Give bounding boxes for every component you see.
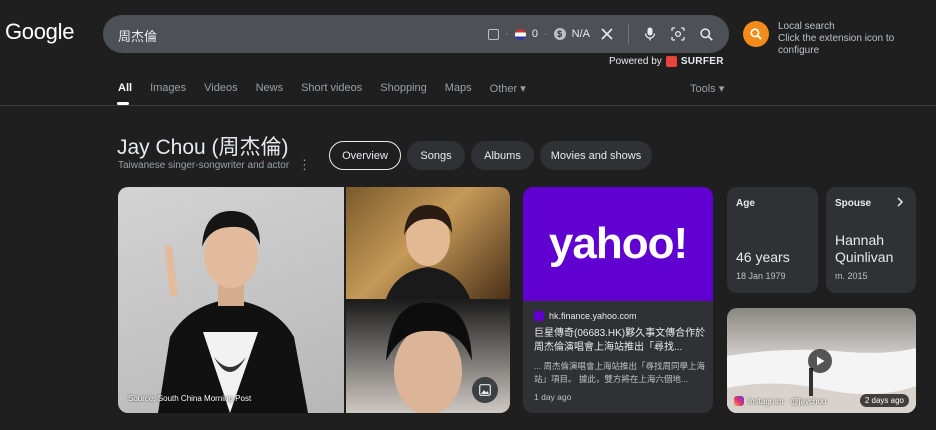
video-source-text: Instagram · @jaychou — [748, 396, 827, 406]
search-icon — [750, 28, 762, 40]
more-options-icon[interactable]: ⋮ — [298, 157, 311, 173]
video-card[interactable]: Instagram · @jaychou 2 days ago — [727, 308, 916, 413]
fact-label-spouse: Spouse — [835, 198, 872, 209]
tab-all[interactable]: All — [118, 82, 132, 95]
fact-sub-birthdate: 18 Jan 1979 — [736, 271, 786, 281]
play-icon — [816, 356, 824, 366]
search-controls: · 0 · $ N/A — [488, 15, 717, 53]
microphone-icon[interactable] — [639, 23, 661, 45]
photo-top-right[interactable] — [346, 187, 510, 299]
divider — [628, 24, 629, 44]
tab-images[interactable]: Images — [150, 82, 186, 95]
fact-card-age[interactable]: Age 46 years 18 Jan 1979 — [727, 187, 818, 293]
pill-overview[interactable]: Overview — [329, 141, 401, 170]
yahoo-favicon-icon — [534, 311, 544, 321]
video-source: Instagram · @jaychou — [734, 396, 826, 406]
dollar-icon: $ — [553, 28, 566, 40]
search-icon[interactable] — [695, 23, 717, 45]
separator-dot: · — [505, 28, 509, 40]
fact-label-age: Age — [736, 198, 755, 209]
news-timestamp: 1 day ago — [534, 392, 572, 402]
play-button[interactable] — [808, 349, 832, 373]
surfer-brand[interactable]: SURFER — [681, 56, 724, 67]
person-portrait — [158, 211, 308, 413]
tab-shopping[interactable]: Shopping — [380, 82, 427, 95]
video-timestamp: 2 days ago — [859, 394, 909, 407]
tab-news[interactable]: News — [256, 82, 284, 95]
entity-subtitle: Taiwanese singer-songwriter and actor — [118, 160, 290, 171]
pill-albums[interactable]: Albums — [471, 141, 534, 170]
fact-value-spouse-line2: Quinlivan — [835, 249, 894, 265]
pill-movies-and-shows[interactable]: Movies and shows — [540, 141, 652, 170]
fact-value-age: 46 years — [736, 249, 790, 265]
pill-songs[interactable]: Songs — [407, 141, 465, 170]
separator-dot: · — [543, 28, 548, 40]
extension-info: Local search Click the extension icon to… — [778, 21, 936, 57]
header-divider — [0, 105, 936, 106]
news-source: hk.finance.yahoo.com — [534, 311, 637, 321]
search-bar[interactable]: 周杰倫 · 0 · $ N/A — [103, 15, 729, 53]
tab-short-videos[interactable]: Short videos — [301, 82, 362, 95]
news-source-domain: hk.finance.yahoo.com — [549, 311, 637, 321]
instagram-icon — [734, 396, 744, 406]
news-headline[interactable]: 巨星傳奇(06683.HK)夥久事文傳合作於周杰倫演唱會上海站推出「尋找... — [534, 327, 706, 355]
clear-icon[interactable] — [596, 23, 618, 45]
price-value: N/A — [571, 28, 590, 40]
main-photo[interactable]: Source: South China Morning Post — [118, 187, 344, 413]
entity-title: Jay Chou (周杰倫) — [117, 136, 289, 159]
powered-by: Powered by SURFER — [609, 56, 724, 67]
news-snippet: ... 周杰倫演唱會上海站推出「尋找周同學上海站」項目。 據此，雙方將在上海六個… — [534, 361, 705, 384]
tools-button[interactable]: Tools ▾ — [690, 82, 724, 95]
news-card[interactable]: yahoo! hk.finance.yahoo.com 巨星傳奇(06683.H… — [523, 187, 713, 413]
fact-sub-married: m. 2015 — [835, 271, 868, 281]
image-icon — [479, 384, 491, 396]
yahoo-logo: yahoo! — [548, 219, 688, 268]
extension-subtitle: Click the extension icon to configure — [778, 33, 895, 56]
surfer-logo-icon — [665, 56, 677, 67]
photo-source-caption: Source: South China Morning Post — [128, 394, 252, 403]
fact-card-spouse[interactable]: Spouse Hannah Quinlivan m. 2015 — [826, 187, 916, 293]
checkbox-icon[interactable] — [488, 28, 500, 40]
fact-value-spouse-line1: Hannah — [835, 232, 885, 248]
photo-bottom-right[interactable] — [346, 301, 510, 413]
news-banner: yahoo! — [523, 187, 713, 301]
us-flag-icon — [514, 28, 526, 40]
person-portrait — [386, 205, 470, 299]
counter-value: 0 — [531, 28, 538, 40]
search-tabs: All Images Videos News Short videos Shop… — [118, 82, 544, 95]
search-input[interactable]: 周杰倫 — [118, 26, 157, 45]
google-logo[interactable]: Google — [5, 19, 74, 45]
tab-videos[interactable]: Videos — [204, 82, 237, 95]
chevron-right-icon — [897, 197, 904, 207]
camera-lens-icon[interactable] — [667, 23, 689, 45]
extension-search-button[interactable] — [743, 21, 769, 47]
powered-by-prefix: Powered by — [609, 56, 662, 67]
tab-other[interactable]: Other ▾ — [490, 82, 526, 95]
extension-title: Local search — [778, 21, 835, 32]
image-search-button[interactable] — [472, 377, 498, 403]
tab-maps[interactable]: Maps — [445, 82, 472, 95]
